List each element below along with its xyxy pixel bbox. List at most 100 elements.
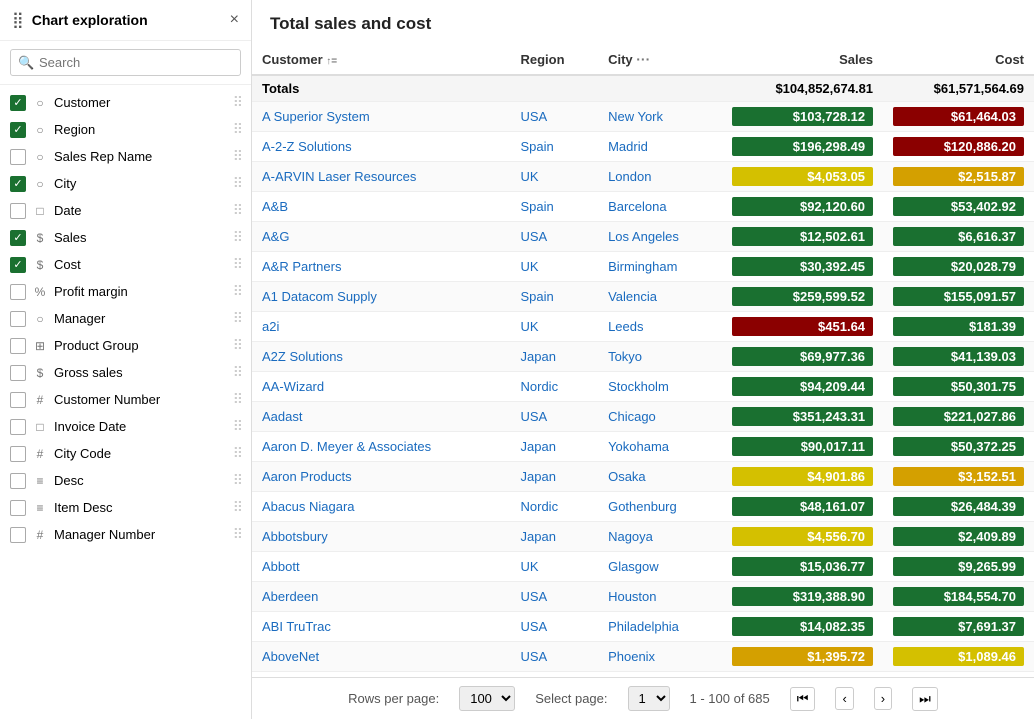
last-page-button[interactable]: ⏭ (912, 687, 938, 711)
search-input[interactable] (10, 49, 241, 76)
table-row: Aadast USA Chicago $351,243.31 $221,027.… (252, 402, 1034, 432)
page-title: Total sales and cost (252, 0, 1034, 44)
sidebar-item-city[interactable]: ○City⠿ (0, 170, 251, 197)
checkbox-date[interactable] (10, 203, 26, 219)
cell-cost: $50,372.25 (883, 432, 1034, 462)
drag-handle-gross-sales[interactable]: ⠿ (233, 364, 243, 381)
drag-handle-profit-margin[interactable]: ⠿ (233, 283, 243, 300)
cell-region: Nordic (511, 492, 599, 522)
hash-icon: # (32, 446, 48, 462)
checkbox-invoice-date[interactable] (10, 419, 26, 435)
checkbox-customer[interactable] (10, 95, 26, 111)
checkbox-cost[interactable] (10, 257, 26, 273)
checkbox-customer-number[interactable] (10, 392, 26, 408)
drag-handle-city-code[interactable]: ⠿ (233, 445, 243, 462)
page-range: 1 - 100 of 685 (690, 691, 770, 706)
drag-handle-cost[interactable]: ⠿ (233, 256, 243, 273)
col-region[interactable]: Region (511, 44, 599, 75)
cell-customer: Abbott (252, 552, 511, 582)
cell-city: Philadelphia (598, 612, 722, 642)
checkbox-item-desc[interactable] (10, 500, 26, 516)
cell-region: Spain (511, 282, 599, 312)
drag-handle-customer[interactable]: ⠿ (233, 94, 243, 111)
table-row: A Superior System USA New York $103,728.… (252, 102, 1034, 132)
sidebar-item-manager-number[interactable]: #Manager Number⠿ (0, 521, 251, 548)
cell-region: USA (511, 612, 599, 642)
checkbox-city-code[interactable] (10, 446, 26, 462)
cell-sales: $15,036.77 (722, 552, 883, 582)
sidebar-item-item-desc[interactable]: ≡Item Desc⠿ (0, 494, 251, 521)
totals-row: Totals $104,852,674.81 $61,571,564.69 (252, 75, 1034, 102)
drag-handle-product-group[interactable]: ⠿ (233, 337, 243, 354)
sidebar-item-city-code[interactable]: #City Code⠿ (0, 440, 251, 467)
cell-customer: A&B (252, 192, 511, 222)
cell-customer: AboveNet (252, 642, 511, 672)
sidebar-item-label-product-group: Product Group (54, 338, 227, 353)
sidebar-item-product-group[interactable]: ⊞Product Group⠿ (0, 332, 251, 359)
checkbox-region[interactable] (10, 122, 26, 138)
person-icon: ○ (32, 149, 48, 165)
cell-sales: $259,599.52 (722, 282, 883, 312)
drag-handle-region[interactable]: ⠿ (233, 121, 243, 138)
checkbox-sales-rep-name[interactable] (10, 149, 26, 165)
checkbox-city[interactable] (10, 176, 26, 192)
drag-handle-manager-number[interactable]: ⠿ (233, 526, 243, 543)
sidebar-item-invoice-date[interactable]: □Invoice Date⠿ (0, 413, 251, 440)
drag-handle-sales-rep-name[interactable]: ⠿ (233, 148, 243, 165)
checkbox-manager-number[interactable] (10, 527, 26, 543)
sidebar-item-profit-margin[interactable]: %Profit margin⠿ (0, 278, 251, 305)
prev-page-button[interactable]: ‹ (835, 687, 853, 710)
cell-customer: A Superior System (252, 102, 511, 132)
checkbox-manager[interactable] (10, 311, 26, 327)
sidebar-item-cost[interactable]: $Cost⠿ (0, 251, 251, 278)
first-page-button[interactable]: ⏮ (790, 687, 816, 711)
close-button[interactable]: × (230, 11, 239, 29)
cell-region: UK (511, 162, 599, 192)
table-container[interactable]: Customer ↑= Region City ··· Sales Cost T… (252, 44, 1034, 677)
sidebar-item-region[interactable]: ○Region⠿ (0, 116, 251, 143)
table-row: Abbotsbury Japan Nagoya $4,556.70 $2,409… (252, 522, 1034, 552)
cell-cost: $2,515.87 (883, 162, 1034, 192)
drag-handle-customer-number[interactable]: ⠿ (233, 391, 243, 408)
sidebar-item-sales-rep-name[interactable]: ○Sales Rep Name⠿ (0, 143, 251, 170)
drag-handle-invoice-date[interactable]: ⠿ (233, 418, 243, 435)
checkbox-profit-margin[interactable] (10, 284, 26, 300)
rows-per-page-select[interactable]: 102550100 (459, 686, 515, 711)
drag-handle-date[interactable]: ⠿ (233, 202, 243, 219)
sidebar-item-customer-number[interactable]: #Customer Number⠿ (0, 386, 251, 413)
cell-sales: $48,161.07 (722, 492, 883, 522)
sidebar-item-desc[interactable]: ≡Desc⠿ (0, 467, 251, 494)
col-cost[interactable]: Cost (883, 44, 1034, 75)
drag-handle-manager[interactable]: ⠿ (233, 310, 243, 327)
checkbox-gross-sales[interactable] (10, 365, 26, 381)
sidebar-item-sales[interactable]: $Sales⠿ (0, 224, 251, 251)
drag-handle-item-desc[interactable]: ⠿ (233, 499, 243, 516)
cell-region: Japan (511, 432, 599, 462)
checkbox-sales[interactable] (10, 230, 26, 246)
text-icon: ≡ (32, 500, 48, 516)
drag-handle-desc[interactable]: ⠿ (233, 472, 243, 489)
totals-cost: $61,571,564.69 (883, 75, 1034, 102)
checkbox-product-group[interactable] (10, 338, 26, 354)
cell-cost: $2,409.89 (883, 522, 1034, 552)
col-city[interactable]: City ··· (598, 44, 722, 75)
cell-cost: $120,886.20 (883, 132, 1034, 162)
sidebar-item-customer[interactable]: ○Customer⠿ (0, 89, 251, 116)
cell-sales: $30,392.45 (722, 252, 883, 282)
sidebar-item-label-desc: Desc (54, 473, 227, 488)
drag-handle-city[interactable]: ⠿ (233, 175, 243, 192)
select-page-select[interactable]: 1 (628, 686, 670, 711)
col-sales[interactable]: Sales (722, 44, 883, 75)
checkbox-desc[interactable] (10, 473, 26, 489)
table-row: Abplus USA San Antonio $8,848.56 $4,582.… (252, 672, 1034, 678)
more-icon[interactable]: ··· (636, 51, 650, 67)
cell-region: UK (511, 552, 599, 582)
cell-region: UK (511, 312, 599, 342)
sidebar-item-date[interactable]: □Date⠿ (0, 197, 251, 224)
next-page-button[interactable]: › (874, 687, 892, 710)
cell-city: Yokohama (598, 432, 722, 462)
sidebar-item-manager[interactable]: ○Manager⠿ (0, 305, 251, 332)
drag-handle-sales[interactable]: ⠿ (233, 229, 243, 246)
sidebar-item-gross-sales[interactable]: $Gross sales⠿ (0, 359, 251, 386)
col-customer[interactable]: Customer ↑= (252, 44, 511, 75)
